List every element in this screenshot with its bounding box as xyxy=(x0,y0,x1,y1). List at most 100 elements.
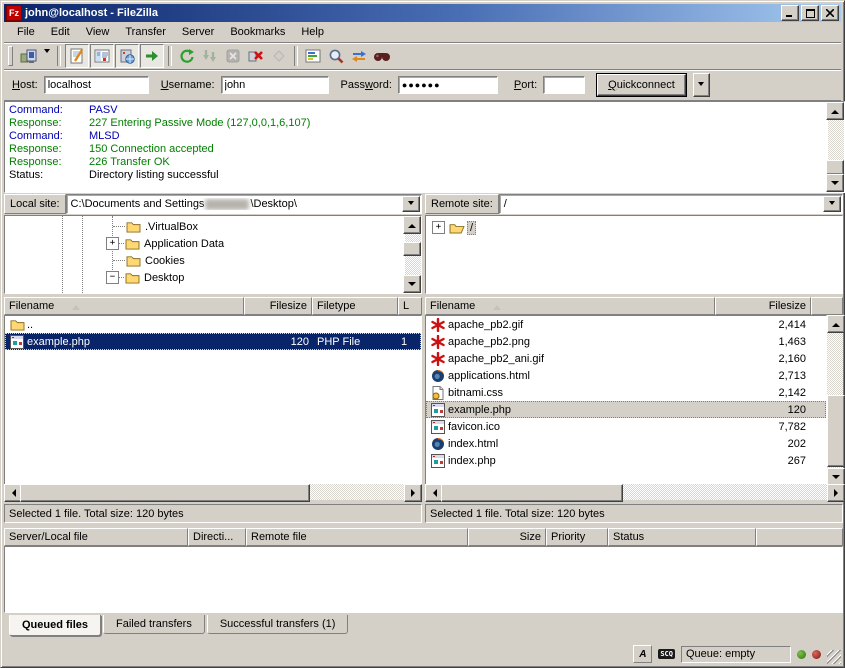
tab-failed-transfers[interactable]: Failed transfers xyxy=(103,615,205,634)
scroll-up-button[interactable] xyxy=(826,102,844,120)
toggle-queue-button[interactable] xyxy=(140,44,164,68)
file-row[interactable]: apache_pb2.png 1,463 xyxy=(426,333,826,350)
scroll-down-button[interactable] xyxy=(403,275,421,293)
local-site-label: Local site: xyxy=(4,194,66,214)
directory-comparison-button[interactable] xyxy=(325,45,347,67)
file-row[interactable]: applications.html 2,713 xyxy=(426,367,826,384)
queue-column-remote-file[interactable]: Remote file xyxy=(246,528,468,546)
toggle-remote-tree-button[interactable] xyxy=(115,44,139,68)
maximize-button[interactable] xyxy=(801,5,819,21)
toggle-local-tree-icon xyxy=(94,48,110,64)
password-input[interactable] xyxy=(398,76,498,94)
remote-status-bar: Selected 1 file. Total size: 120 bytes xyxy=(425,504,843,523)
file-row-example-php[interactable]: example.php 120 PHP File 1 xyxy=(5,333,421,350)
file-row[interactable]: index.php 267 xyxy=(426,452,826,469)
tree-item-root[interactable]: + / xyxy=(426,219,842,236)
maximize-icon xyxy=(806,9,815,18)
file-row[interactable]: apache_pb2_ani.gif 2,160 xyxy=(426,350,826,367)
scrollbar-thumb[interactable] xyxy=(20,484,310,502)
remote-path-dropdown[interactable] xyxy=(823,196,841,212)
file-row[interactable]: bitnami.css 2,142 xyxy=(426,384,826,401)
local-column-filename[interactable]: Filename xyxy=(4,297,244,315)
tab-successful-transfers[interactable]: Successful transfers (1) xyxy=(207,615,349,634)
queue-column-priority[interactable]: Priority xyxy=(546,528,608,546)
scrollbar-thumb[interactable] xyxy=(826,160,844,175)
filename: .. xyxy=(27,319,33,331)
tree-item-virtualbox[interactable]: .VirtualBox xyxy=(5,218,403,235)
arrow-up-icon xyxy=(408,220,416,228)
scroll-down-button[interactable] xyxy=(826,174,844,192)
refresh-button[interactable] xyxy=(176,45,198,67)
process-queue-button[interactable] xyxy=(199,45,221,67)
synchronized-browsing-icon xyxy=(351,48,367,64)
scrollbar-thumb[interactable] xyxy=(441,484,623,502)
scroll-right-button[interactable] xyxy=(404,484,422,502)
toolbar-grip[interactable] xyxy=(8,46,13,66)
file-row-parent-dir[interactable]: .. xyxy=(5,316,421,333)
scrollbar-thumb[interactable] xyxy=(403,242,421,256)
resize-grip[interactable] xyxy=(827,650,841,664)
local-column-lastmodified[interactable]: L xyxy=(398,297,422,315)
menu-file[interactable]: File xyxy=(9,24,43,40)
find-files-button[interactable] xyxy=(371,45,393,67)
toggle-queue-icon xyxy=(144,48,160,64)
username-input[interactable] xyxy=(221,76,329,94)
minimize-icon xyxy=(786,9,794,17)
disconnect-button[interactable] xyxy=(245,45,267,67)
expand-plus-icon[interactable]: + xyxy=(432,221,445,234)
tree-item-cookies[interactable]: Cookies xyxy=(5,252,403,269)
remote-column-filename[interactable]: Filename xyxy=(425,297,715,315)
scroll-right-button[interactable] xyxy=(827,484,845,502)
menu-bookmarks[interactable]: Bookmarks xyxy=(222,24,293,40)
synchronized-browsing-button[interactable] xyxy=(348,45,370,67)
filesize: 120 xyxy=(788,404,806,416)
menu-transfer[interactable]: Transfer xyxy=(117,24,174,40)
menu-bar: File Edit View Transfer Server Bookmarks… xyxy=(4,22,841,42)
queue-column-direction[interactable]: Directi... xyxy=(188,528,246,546)
queue-column-server-local-file[interactable]: Server/Local file xyxy=(4,528,188,546)
menu-edit[interactable]: Edit xyxy=(43,24,78,40)
process-queue-icon xyxy=(202,48,218,64)
menu-view[interactable]: View xyxy=(78,24,118,40)
file-row[interactable]: favicon.ico 7,782 xyxy=(426,418,826,435)
tree-item-application-data[interactable]: + Application Data xyxy=(5,235,403,252)
local-path-combobox[interactable]: C:\Documents and Settings\Desktop\ xyxy=(66,194,422,214)
tree-item-desktop[interactable]: − Desktop xyxy=(5,269,403,286)
file-row-selected[interactable]: example.php 120 xyxy=(426,401,826,418)
remote-column-filesize[interactable]: Filesize xyxy=(715,297,811,315)
scrollbar-thumb[interactable] xyxy=(827,395,845,467)
toggle-local-tree-button[interactable] xyxy=(90,44,114,68)
file-row[interactable]: apache_pb2.gif 2,414 xyxy=(426,316,826,333)
queue-column-size[interactable]: Size xyxy=(468,528,546,546)
site-manager-dropdown[interactable] xyxy=(41,45,53,67)
transfer-queue-pane: Server/Local file Directi... Remote file… xyxy=(4,528,843,613)
port-input[interactable] xyxy=(543,76,585,94)
host-input[interactable] xyxy=(44,76,149,94)
reconnect-button[interactable] xyxy=(268,45,290,67)
cancel-operation-button[interactable] xyxy=(222,45,244,67)
local-column-filetype[interactable]: Filetype xyxy=(312,297,398,315)
toggle-message-log-button[interactable] xyxy=(65,44,89,68)
local-path-dropdown[interactable] xyxy=(402,196,420,212)
expand-plus-icon[interactable]: + xyxy=(106,237,119,250)
close-button[interactable] xyxy=(821,5,839,21)
filename: example.php xyxy=(27,336,90,348)
filter-button[interactable] xyxy=(302,45,324,67)
tab-queued-files[interactable]: Queued files xyxy=(9,615,101,636)
menu-server[interactable]: Server xyxy=(174,24,222,40)
scroll-up-button[interactable] xyxy=(827,315,845,333)
filezilla-window: Fz john@localhost - FileZilla File Edit … xyxy=(0,0,845,668)
queue-column-status[interactable]: Status xyxy=(608,528,756,546)
menu-help[interactable]: Help xyxy=(293,24,332,40)
arrow-up-icon xyxy=(832,319,840,327)
quickconnect-button[interactable]: Quickconnect xyxy=(597,74,686,96)
quickconnect-dropdown[interactable] xyxy=(693,73,710,97)
expand-minus-icon[interactable]: − xyxy=(106,271,119,284)
minimize-button[interactable] xyxy=(781,5,799,21)
scroll-up-button[interactable] xyxy=(403,216,421,234)
site-manager-button[interactable] xyxy=(18,45,40,67)
local-column-filesize[interactable]: Filesize xyxy=(244,297,312,315)
title-bar[interactable]: Fz john@localhost - FileZilla xyxy=(4,4,841,22)
file-row[interactable]: index.html 202 xyxy=(426,435,826,452)
remote-path-combobox[interactable]: / xyxy=(499,194,843,214)
